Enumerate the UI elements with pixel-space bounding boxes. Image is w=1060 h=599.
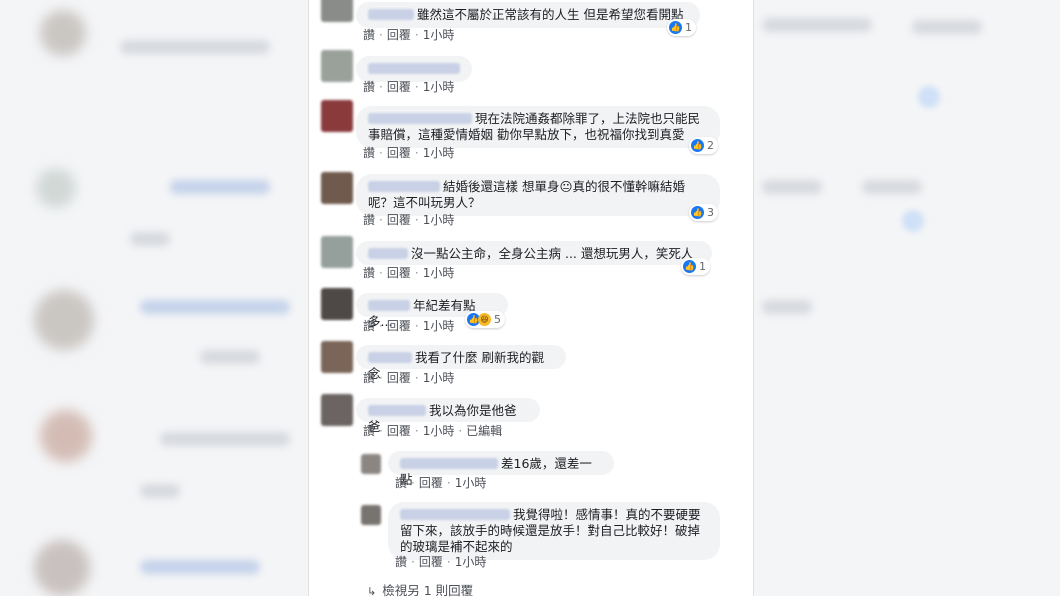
reply-button[interactable]: 回覆 <box>387 146 411 160</box>
commenter-name[interactable] <box>368 300 410 311</box>
reaction-count[interactable]: 👍 1 <box>667 19 696 36</box>
like-button[interactable]: 讚 <box>363 213 375 227</box>
comment-bubble: 我看了什麼 刷新我的觀念 <box>356 345 566 381</box>
comment-time[interactable]: 1小時 <box>423 266 455 280</box>
reply-arrow-icon: ↳ <box>367 585 377 598</box>
like-button[interactable]: 讚 <box>395 476 407 490</box>
commenter-name[interactable] <box>368 9 414 20</box>
like-icon: 👍 <box>691 139 704 152</box>
comment-text: 沒一點公主命，全身公主病 ... 還想玩男人，笑死人 <box>411 246 694 261</box>
comment-actions: 讚 · 回覆 · 1小時 <box>363 266 455 280</box>
reply-button[interactable]: 回覆 <box>419 476 443 490</box>
commenter-name[interactable] <box>400 509 510 520</box>
avatar[interactable] <box>321 288 353 320</box>
haha-icon: 😆 <box>478 313 491 326</box>
commenter-name[interactable] <box>368 405 426 416</box>
reply-time[interactable]: 1小時 <box>455 476 487 490</box>
comment-time[interactable]: 1小時 <box>423 319 455 333</box>
reply-bubble: 我覺得啦！感情事！真的不要硬要留下來，該放手的時候還是放手！對自己比較好！破掉的… <box>388 502 720 560</box>
comment-bubble: 我以為你是他爸爸 <box>356 398 540 434</box>
comment-time[interactable]: 1小時 <box>423 371 455 385</box>
like-icon: 👍 <box>683 260 696 273</box>
like-icon: 👍 <box>691 206 704 219</box>
comment-actions: 讚 · 回覆 · 1小時 <box>363 371 455 385</box>
like-button[interactable]: 讚 <box>363 424 375 438</box>
comment-bubble: 結婚後還這樣 想單身😐真的很不懂幹嘛結婚呢？這不叫玩男人？ <box>356 174 720 216</box>
comment-actions: 讚 · 回覆 · 1小時 · 已編輯 <box>363 424 503 438</box>
blurred-background-right <box>752 0 1060 596</box>
like-button[interactable]: 讚 <box>363 371 375 385</box>
comment-time[interactable]: 1小時 <box>423 213 455 227</box>
comment-panel: 雖然這不屬於正常該有的人生 但是希望您看開點 👍 1 讚 · 回覆 · 1小時 讚 · 回覆 ·… <box>308 0 754 599</box>
reply-button[interactable]: 回覆 <box>387 28 411 42</box>
comment-actions: 讚 · 回覆 · 1小時 <box>363 146 455 160</box>
avatar[interactable] <box>361 505 381 525</box>
comment-actions: 讚 · 回覆 · 1小時 <box>363 319 455 333</box>
reply-button[interactable]: 回覆 <box>387 319 411 333</box>
like-button[interactable]: 讚 <box>363 28 375 42</box>
reaction-count[interactable]: 👍 2 <box>689 137 718 154</box>
commenter-name[interactable] <box>368 352 412 363</box>
comment-bubble: 沒一點公主命，全身公主病 ... 還想玩男人，笑死人 <box>356 241 712 265</box>
reply-actions: 讚 · 回覆 · 1小時 <box>395 476 487 490</box>
avatar[interactable] <box>321 172 353 204</box>
like-button[interactable]: 讚 <box>363 146 375 160</box>
edited-label[interactable]: 已編輯 <box>466 424 502 438</box>
avatar[interactable] <box>321 341 353 373</box>
avatar[interactable] <box>321 50 353 82</box>
avatar[interactable] <box>321 236 353 268</box>
comment-actions: 讚 · 回覆 · 1小時 <box>363 213 455 227</box>
comment-bubble: 現在法院通姦都除罪了，上法院也只能民事賠償，這種愛情婚姻 勸你早點放下，也祝福你… <box>356 106 720 148</box>
reaction-count[interactable]: 👍 😆 5 <box>465 311 505 328</box>
reaction-count[interactable]: 👍 3 <box>689 204 718 221</box>
commenter-name[interactable] <box>368 113 472 124</box>
like-icon: 👍 <box>669 21 682 34</box>
comment-time[interactable]: 1小時 <box>423 424 455 438</box>
view-more-replies-link[interactable]: ↳ 檢視另 1 則回覆 <box>367 580 473 599</box>
avatar[interactable] <box>321 100 353 132</box>
comment-actions: 讚 · 回覆 · 1小時 <box>363 28 455 42</box>
comment-actions: 讚 · 回覆 · 1小時 <box>363 80 455 94</box>
like-button[interactable]: 讚 <box>363 80 375 94</box>
reply-button[interactable]: 回覆 <box>387 266 411 280</box>
commenter-name[interactable] <box>368 181 440 192</box>
comment-time[interactable]: 1小時 <box>423 146 455 160</box>
reply-bubble: 差16歲，還差一點 <box>388 451 614 487</box>
blurred-background-left <box>0 0 308 596</box>
reaction-count[interactable]: 👍 1 <box>681 258 710 275</box>
reply-actions: 讚 · 回覆 · 1小時 <box>395 555 487 569</box>
reply-button[interactable]: 回覆 <box>387 80 411 94</box>
comment-time[interactable]: 1小時 <box>423 28 455 42</box>
reply-button[interactable]: 回覆 <box>419 555 443 569</box>
comment-time[interactable]: 1小時 <box>423 80 455 94</box>
commenter-name[interactable] <box>368 248 408 259</box>
reply-time[interactable]: 1小時 <box>455 555 487 569</box>
reply-button[interactable]: 回覆 <box>387 424 411 438</box>
avatar[interactable] <box>361 454 381 474</box>
comment-bubble: 雖然這不屬於正常該有的人生 但是希望您看開點 <box>356 2 700 28</box>
comment-text: 雖然這不屬於正常該有的人生 但是希望您看開點 <box>417 7 684 22</box>
avatar[interactable] <box>321 0 353 22</box>
reply-button[interactable]: 回覆 <box>387 371 411 385</box>
commenter-name[interactable] <box>368 63 460 74</box>
avatar[interactable] <box>321 394 353 426</box>
reply-button[interactable]: 回覆 <box>387 213 411 227</box>
commenter-name[interactable] <box>400 458 498 469</box>
like-button[interactable]: 讚 <box>363 319 375 333</box>
like-button[interactable]: 讚 <box>363 266 375 280</box>
like-button[interactable]: 讚 <box>395 555 407 569</box>
